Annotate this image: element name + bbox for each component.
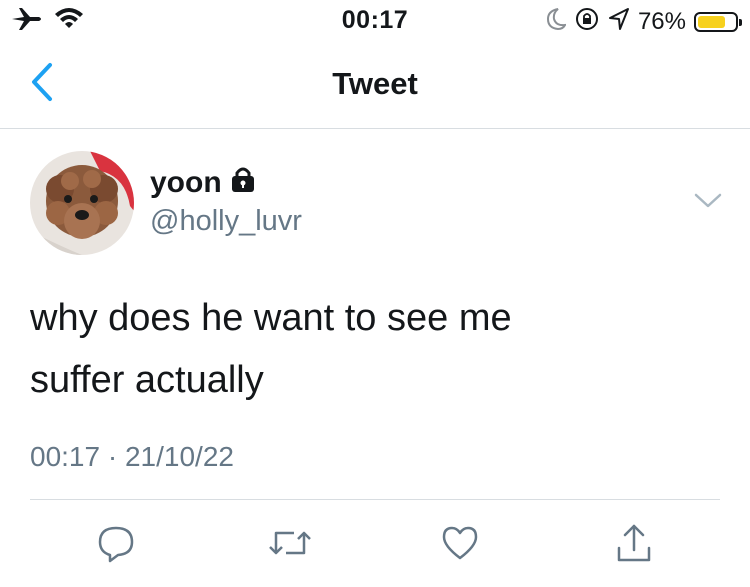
chevron-down-icon[interactable] — [694, 189, 722, 211]
battery-icon — [694, 11, 742, 32]
tweet-actions — [0, 523, 750, 567]
battery-percent: 76% — [637, 7, 686, 35]
tweet-timestamp: 00:17 · 21/10/22 — [30, 441, 234, 473]
display-name[interactable]: yoon — [150, 165, 256, 201]
lock-icon — [230, 165, 256, 201]
avatar[interactable] — [30, 151, 134, 255]
tweet-text-line: why does he want to see me — [30, 297, 512, 339]
nav-bar: Tweet — [0, 40, 750, 129]
location-arrow-icon — [608, 7, 630, 36]
divider — [30, 499, 720, 500]
rotation-lock-icon — [574, 6, 600, 37]
battery-fill — [698, 15, 725, 28]
meta-separator: · — [107, 441, 118, 472]
tweet-text: why does he want to see me suffer actual… — [30, 287, 690, 411]
heart-icon — [440, 524, 480, 567]
battery-nub — [739, 18, 742, 26]
reply-icon — [96, 523, 136, 568]
like-button[interactable] — [438, 523, 482, 567]
page-title: Tweet — [332, 66, 418, 101]
share-icon — [614, 522, 654, 569]
moon-icon — [544, 7, 567, 36]
status-right-icons: 76% — [544, 6, 742, 37]
share-button[interactable] — [612, 523, 656, 567]
display-name-text: yoon — [150, 166, 222, 199]
tweet-text-line: suffer actually — [30, 359, 264, 401]
retweet-button[interactable] — [268, 523, 312, 567]
retweet-icon — [268, 525, 312, 566]
tweet-time: 00:17 — [30, 441, 101, 472]
user-handle[interactable]: @holly_luvr — [150, 205, 302, 238]
status-bar: 00:17 76% — [0, 0, 750, 40]
reply-button[interactable] — [94, 523, 138, 567]
tweet-date: 21/10/22 — [124, 441, 234, 472]
